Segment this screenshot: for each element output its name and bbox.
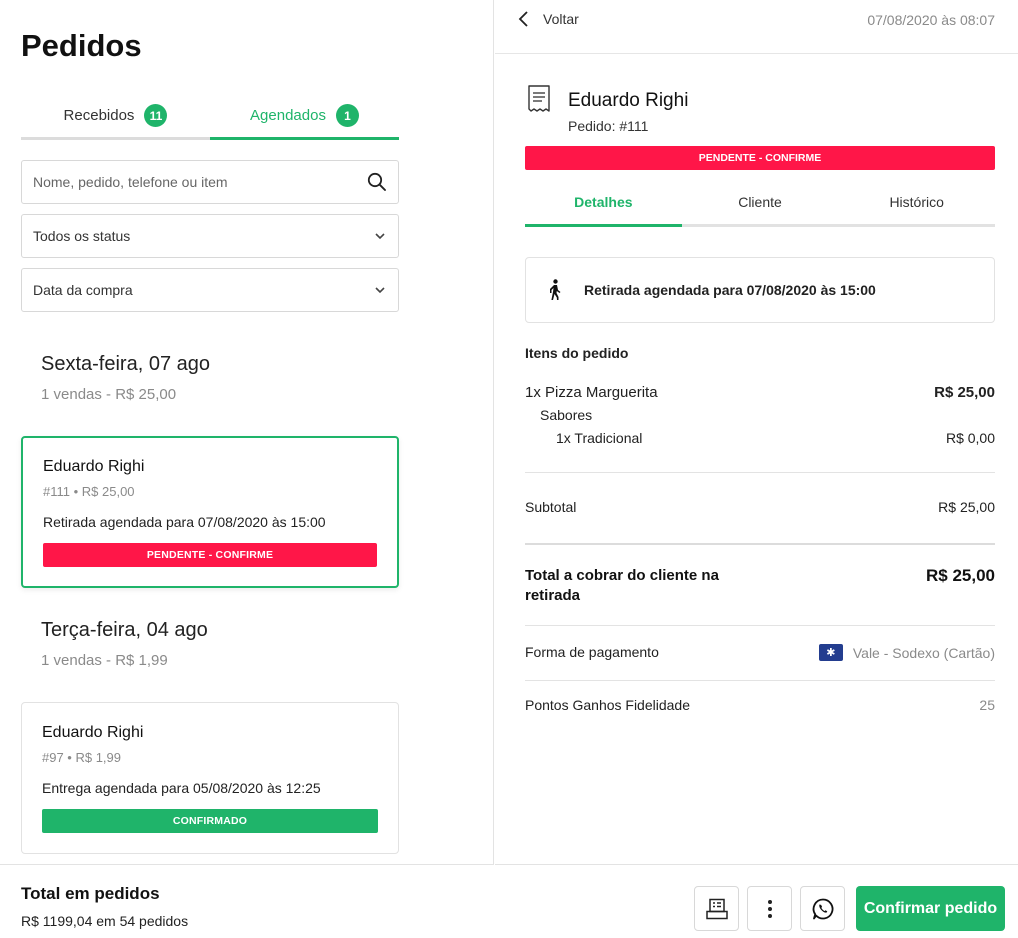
points-label: Pontos Ganhos Fidelidade (525, 697, 690, 713)
receipt-icon (528, 85, 550, 112)
sub-item-price: R$ 0,00 (945, 430, 995, 446)
payment-label: Forma de pagamento (525, 644, 659, 660)
payment-row: Forma de pagamento ✱ Vale - Sodexo (Cart… (525, 644, 995, 661)
tab-agendados[interactable]: Agendados 1 (210, 98, 399, 140)
tab-recebidos[interactable]: Recebidos 11 (21, 98, 210, 140)
order-datetime: 07/08/2020 às 08:07 (867, 12, 995, 28)
order-card[interactable]: Eduardo Righi #97 • R$ 1,99 Entrega agen… (21, 702, 399, 854)
status-filter-value: Todos os status (33, 228, 131, 244)
order-detail-panel: Voltar 07/08/2020 às 08:07 Eduardo Righi… (495, 0, 1018, 938)
search-icon[interactable] (367, 172, 387, 192)
date-filter-select[interactable]: Data da compra (21, 268, 399, 312)
confirm-order-button[interactable]: Confirmar pedido (856, 886, 1005, 931)
order-customer-name: Eduardo Righi (42, 724, 144, 741)
status-filter-select[interactable]: Todos os status (21, 214, 399, 258)
chevron-left-icon (518, 11, 528, 27)
orders-total-summary: R$ 1199,04 em 54 pedidos (21, 913, 189, 929)
count-badge: 1 (335, 104, 359, 127)
more-options-button[interactable] (747, 886, 792, 931)
item-group-label: Sabores (540, 407, 593, 423)
tab-detalhes[interactable]: Detalhes (525, 184, 682, 227)
order-customer-name: Eduardo Righi (43, 458, 145, 475)
date-filter-value: Data da compra (33, 282, 133, 298)
total-value: R$ 25,00 (926, 566, 995, 585)
day-group-title: Sexta-feira, 07 ago (41, 353, 210, 375)
item-group-row: Sabores (525, 407, 995, 423)
points-row: Pontos Ganhos Fidelidade 25 (525, 697, 995, 713)
item-label: 1x Pizza Marguerita (525, 384, 658, 401)
payment-method: ✱ Vale - Sodexo (Cartão) (818, 644, 995, 661)
points-value: 25 (979, 697, 995, 713)
pickup-text: Retirada agendada para 07/08/2020 às 15:… (584, 282, 876, 298)
whatsapp-icon (812, 898, 833, 919)
orders-tabs: Recebidos 11 Agendados 1 (21, 98, 399, 140)
detail-order-number: Pedido: #111 (568, 118, 649, 134)
count-badge: 11 (144, 104, 168, 127)
order-schedule: Entrega agendada para 05/08/2020 às 12:2… (42, 780, 321, 796)
divider (525, 543, 995, 545)
pickup-info-box: Retirada agendada para 07/08/2020 às 15:… (525, 257, 995, 323)
chevron-down-icon (375, 233, 385, 240)
sub-item-row: 1x Tradicional R$ 0,00 (525, 430, 995, 446)
item-row: 1x Pizza Marguerita R$ 25,00 (525, 384, 995, 401)
search-input[interactable] (33, 174, 367, 190)
printer-icon (705, 898, 728, 919)
subtotal-row: Subtotal R$ 25,00 (525, 499, 995, 515)
sub-item-label: 1x Tradicional (556, 430, 643, 446)
back-label: Voltar (543, 11, 579, 27)
status-badge: CONFIRMADO (42, 809, 378, 833)
day-group-summary: 1 vendas - R$ 1,99 (41, 652, 168, 669)
detail-customer-name: Eduardo Righi (568, 90, 689, 111)
item-price: R$ 25,00 (934, 384, 995, 401)
orders-total-footer: Total em pedidos R$ 1199,04 em 54 pedido… (0, 864, 494, 938)
payment-value: Vale - Sodexo (Cartão) (852, 644, 995, 661)
tab-label: Agendados (250, 107, 326, 124)
search-box (21, 160, 399, 204)
items-section-title: Itens do pedido (525, 345, 629, 361)
order-meta: #97 • R$ 1,99 (42, 750, 121, 765)
divider (525, 625, 995, 626)
orders-total-title: Total em pedidos (21, 884, 160, 903)
day-group-summary: 1 vendas - R$ 25,00 (41, 386, 177, 403)
status-badge: PENDENTE - CONFIRME (43, 543, 377, 567)
orders-list-panel: Pedidos Recebidos 11 Agendados 1 Todos o… (0, 0, 494, 938)
detail-tabs: Detalhes Cliente Histórico (525, 184, 995, 227)
order-card[interactable]: Eduardo Righi #111 • R$ 25,00 Retirada a… (21, 436, 399, 588)
detail-actions-footer: Confirmar pedido (495, 864, 1018, 938)
walking-person-icon (550, 279, 561, 300)
card-icon: ✱ (818, 644, 843, 661)
back-button[interactable]: Voltar (517, 10, 579, 28)
total-label: Total a cobrar do cliente na retirada (525, 567, 719, 604)
tab-label: Recebidos (63, 107, 135, 124)
order-meta: #111 • R$ 25,00 (43, 484, 135, 499)
page-title: Pedidos (21, 28, 142, 63)
divider (525, 680, 995, 681)
order-schedule: Retirada agendada para 07/08/2020 às 15:… (43, 514, 326, 530)
status-badge: PENDENTE - CONFIRME (525, 146, 995, 170)
more-vertical-icon (767, 899, 772, 918)
subtotal-label: Subtotal (525, 499, 577, 515)
print-button[interactable] (694, 886, 739, 931)
tab-historico[interactable]: Histórico (838, 184, 995, 224)
detail-topbar: Voltar 07/08/2020 às 08:07 (495, 0, 1018, 54)
subtotal-value: R$ 25,00 (938, 499, 995, 515)
divider (525, 472, 995, 473)
whatsapp-button[interactable] (800, 886, 845, 931)
chevron-down-icon (375, 287, 385, 294)
day-group-title: Terça-feira, 04 ago (41, 619, 208, 641)
tab-cliente[interactable]: Cliente (682, 184, 839, 224)
